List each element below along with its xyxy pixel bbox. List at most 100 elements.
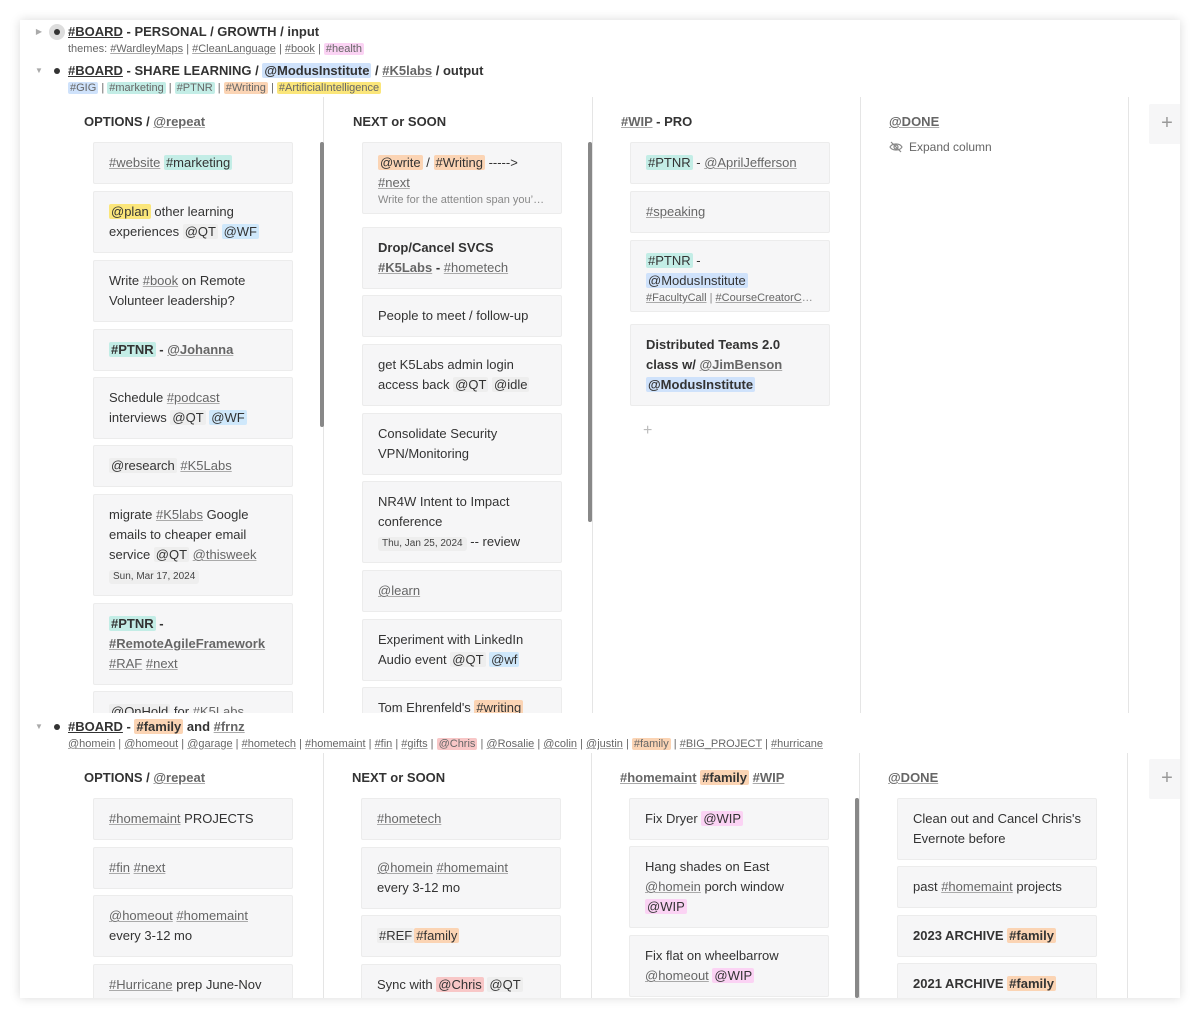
card[interactable]: @OnHold for #K5Labs: [93, 691, 293, 713]
card[interactable]: NR4W Intent to Impact conference Thu, Jan…: [362, 481, 562, 563]
card[interactable]: #Hurricane prep June-Nov: [93, 964, 293, 998]
kanban-board-share-learning: OPTIONS / @repeat #website #marketing @p…: [56, 97, 1180, 713]
card[interactable]: #speaking: [630, 191, 830, 233]
card[interactable]: Fix Dryer @WIP: [629, 798, 829, 840]
scrollbar[interactable]: [320, 142, 324, 427]
bullet-icon[interactable]: [52, 66, 62, 76]
column-done: @DONE Expand column: [861, 97, 1129, 713]
tags-line: @homein | @homeout | @garage | #hometech…: [68, 738, 823, 750]
card[interactable]: Drop/Cancel SVCS #K5Labs - #hometech: [362, 227, 562, 289]
column-title: @DONE: [888, 770, 939, 785]
expand-column-button[interactable]: Expand column: [889, 140, 992, 154]
card[interactable]: Schedule #podcast interviews @QT @WF: [93, 377, 293, 439]
section-title[interactable]: #BOARD - SHARE LEARNING / @ModusInstitut…: [68, 62, 483, 80]
card[interactable]: #hometech: [361, 798, 561, 840]
date-badge[interactable]: Sun, Mar 17, 2024: [109, 570, 200, 584]
card[interactable]: Distributed Teams 2.0 class w/ @JimBenso…: [630, 324, 830, 406]
tag-link[interactable]: #PTNR: [174, 82, 215, 94]
tag-link[interactable]: #gifts: [401, 738, 427, 750]
card[interactable]: 2023 ARCHIVE #family: [897, 915, 1097, 957]
tag-link[interactable]: #BIG_PROJECT: [680, 738, 762, 750]
card[interactable]: Clean out and Cancel Chris's Evernote be…: [897, 798, 1097, 860]
kanban-board-family: OPTIONS / @repeat #homemaint PROJECTS #f…: [56, 753, 1180, 998]
card[interactable]: #REF #family: [361, 915, 561, 957]
eye-off-icon: [889, 141, 903, 153]
card[interactable]: Hang shades on East @homein porch window…: [629, 846, 829, 928]
card[interactable]: #PTNR - #RemoteAgileFramework #RAF #next: [93, 603, 293, 685]
tag-link[interactable]: @colin: [543, 738, 577, 750]
tags-line: #GIG | #marketing | #PTNR | #Writing | #…: [68, 82, 382, 94]
card[interactable]: #fin #next: [93, 847, 293, 889]
expand-arrow-icon[interactable]: ▼: [34, 66, 44, 76]
column-done: @DONE Clean out and Cancel Chris's Evern…: [860, 753, 1128, 998]
tag-link[interactable]: #marketing: [107, 82, 166, 94]
add-column-button[interactable]: +: [1149, 104, 1180, 144]
tag-link[interactable]: #ArtificialIntelligence: [276, 82, 382, 94]
card[interactable]: migrate #K5labs Google emails to cheaper…: [93, 494, 293, 596]
tag-link[interactable]: @Rosalie: [486, 738, 534, 750]
card[interactable]: Write #book on Remote Volunteer leadersh…: [93, 260, 293, 322]
card[interactable]: Experiment with LinkedIn Audio event @QT…: [362, 619, 562, 681]
collapse-arrow-icon[interactable]: ▶: [34, 27, 44, 37]
tag-link[interactable]: #CleanLanguage: [192, 43, 276, 55]
card[interactable]: @homeout #homemaint every 3-12 mo: [93, 895, 293, 957]
column-title: NEXT or SOON: [353, 114, 447, 129]
column-wip-pro: #WIP - PRO #PTNR - @AprilJefferson #spea…: [593, 97, 861, 713]
tag-link[interactable]: @homeout: [124, 738, 178, 750]
card[interactable]: @write / #Writing -----> #next Write for …: [362, 142, 562, 214]
date-badge[interactable]: Thu, Jan 25, 2024: [378, 537, 467, 551]
tag-link[interactable]: #hometech: [242, 738, 296, 750]
card[interactable]: @research #K5Labs: [93, 445, 293, 487]
column-title: NEXT or SOON: [352, 770, 446, 785]
bullet-icon[interactable]: [52, 722, 62, 732]
tag-link[interactable]: #GIG: [68, 82, 99, 94]
outline-page: ▶ #BOARD - PERSONAL / GROWTH / input the…: [20, 20, 1180, 998]
card[interactable]: Fix flat on wheelbarrow @homeout @WIP: [629, 935, 829, 997]
tag-link[interactable]: #health: [323, 43, 364, 55]
tag-link[interactable]: @garage: [187, 738, 232, 750]
card[interactable]: #homemaint PROJECTS: [93, 798, 293, 840]
column-title: OPTIONS / @repeat: [84, 770, 206, 785]
tag-link[interactable]: @homein: [68, 738, 115, 750]
card[interactable]: #PTNR - @Johanna: [93, 329, 293, 371]
column-options: OPTIONS / @repeat #website #marketing @p…: [56, 97, 324, 713]
card[interactable]: @homein #homemaint every 3-12 mo: [361, 847, 561, 909]
tag-link[interactable]: #homemaint: [305, 738, 366, 750]
card[interactable]: Consolidate Security VPN/Monitoring: [362, 413, 562, 475]
card[interactable]: People to meet / follow-up: [362, 295, 562, 337]
bullet-icon[interactable]: [49, 24, 65, 40]
column-next-or-soon: NEXT or SOON #hometech @homein #homemain…: [324, 753, 592, 998]
card[interactable]: 2021 ARCHIVE #family: [897, 963, 1097, 998]
card[interactable]: Sync with @Chris @QT: [361, 964, 561, 998]
card[interactable]: @plan other learning experiences @QT @WF: [93, 191, 293, 253]
tag-link[interactable]: #WardleyMaps: [110, 43, 183, 55]
column-homemaint-wip: #homemaint #family #WIP Fix Dryer @WIP H…: [592, 753, 860, 998]
section-title[interactable]: #BOARD - #family and #frnz: [68, 718, 245, 736]
card[interactable]: @learn: [362, 570, 562, 612]
tag-link[interactable]: #book: [285, 43, 315, 55]
column-options: OPTIONS / @repeat #homemaint PROJECTS #f…: [56, 753, 324, 998]
column-title: #homemaint #family #WIP: [620, 770, 785, 785]
card[interactable]: Tom Ehrenfeld's #writing: [362, 687, 562, 713]
tag-link[interactable]: #Writing: [223, 82, 268, 94]
card[interactable]: get K5Labs admin login access back @QT @…: [362, 344, 562, 406]
expand-arrow-icon[interactable]: ▼: [34, 722, 44, 732]
scrollbar[interactable]: [588, 142, 592, 522]
card[interactable]: past #homemaint projects: [897, 866, 1097, 908]
card[interactable]: #PTNR - @AprilJefferson: [630, 142, 830, 184]
section-title[interactable]: #BOARD - PERSONAL / GROWTH / input: [68, 23, 319, 41]
tag-link[interactable]: #fin: [375, 738, 393, 750]
add-column-button[interactable]: +: [1149, 759, 1180, 799]
column-title: @DONE: [889, 114, 940, 129]
card[interactable]: #website #marketing: [93, 142, 293, 184]
tag-link[interactable]: @justin: [586, 738, 623, 750]
card[interactable]: #PTNR - @ModusInstitute #FacultyCall | #C…: [630, 240, 830, 312]
themes-line: themes: #WardleyMaps | #CleanLanguage | …: [68, 43, 364, 55]
tag-link[interactable]: #hurricane: [771, 738, 823, 750]
column-next-or-soon: NEXT or SOON @write / #Writing -----> #n…: [325, 97, 593, 713]
tag-link[interactable]: @Chris: [436, 738, 478, 750]
scrollbar[interactable]: [855, 798, 859, 998]
tag-link[interactable]: #family: [631, 738, 671, 750]
add-card-button[interactable]: +: [643, 422, 652, 440]
column-title: #WIP - PRO: [621, 114, 693, 129]
